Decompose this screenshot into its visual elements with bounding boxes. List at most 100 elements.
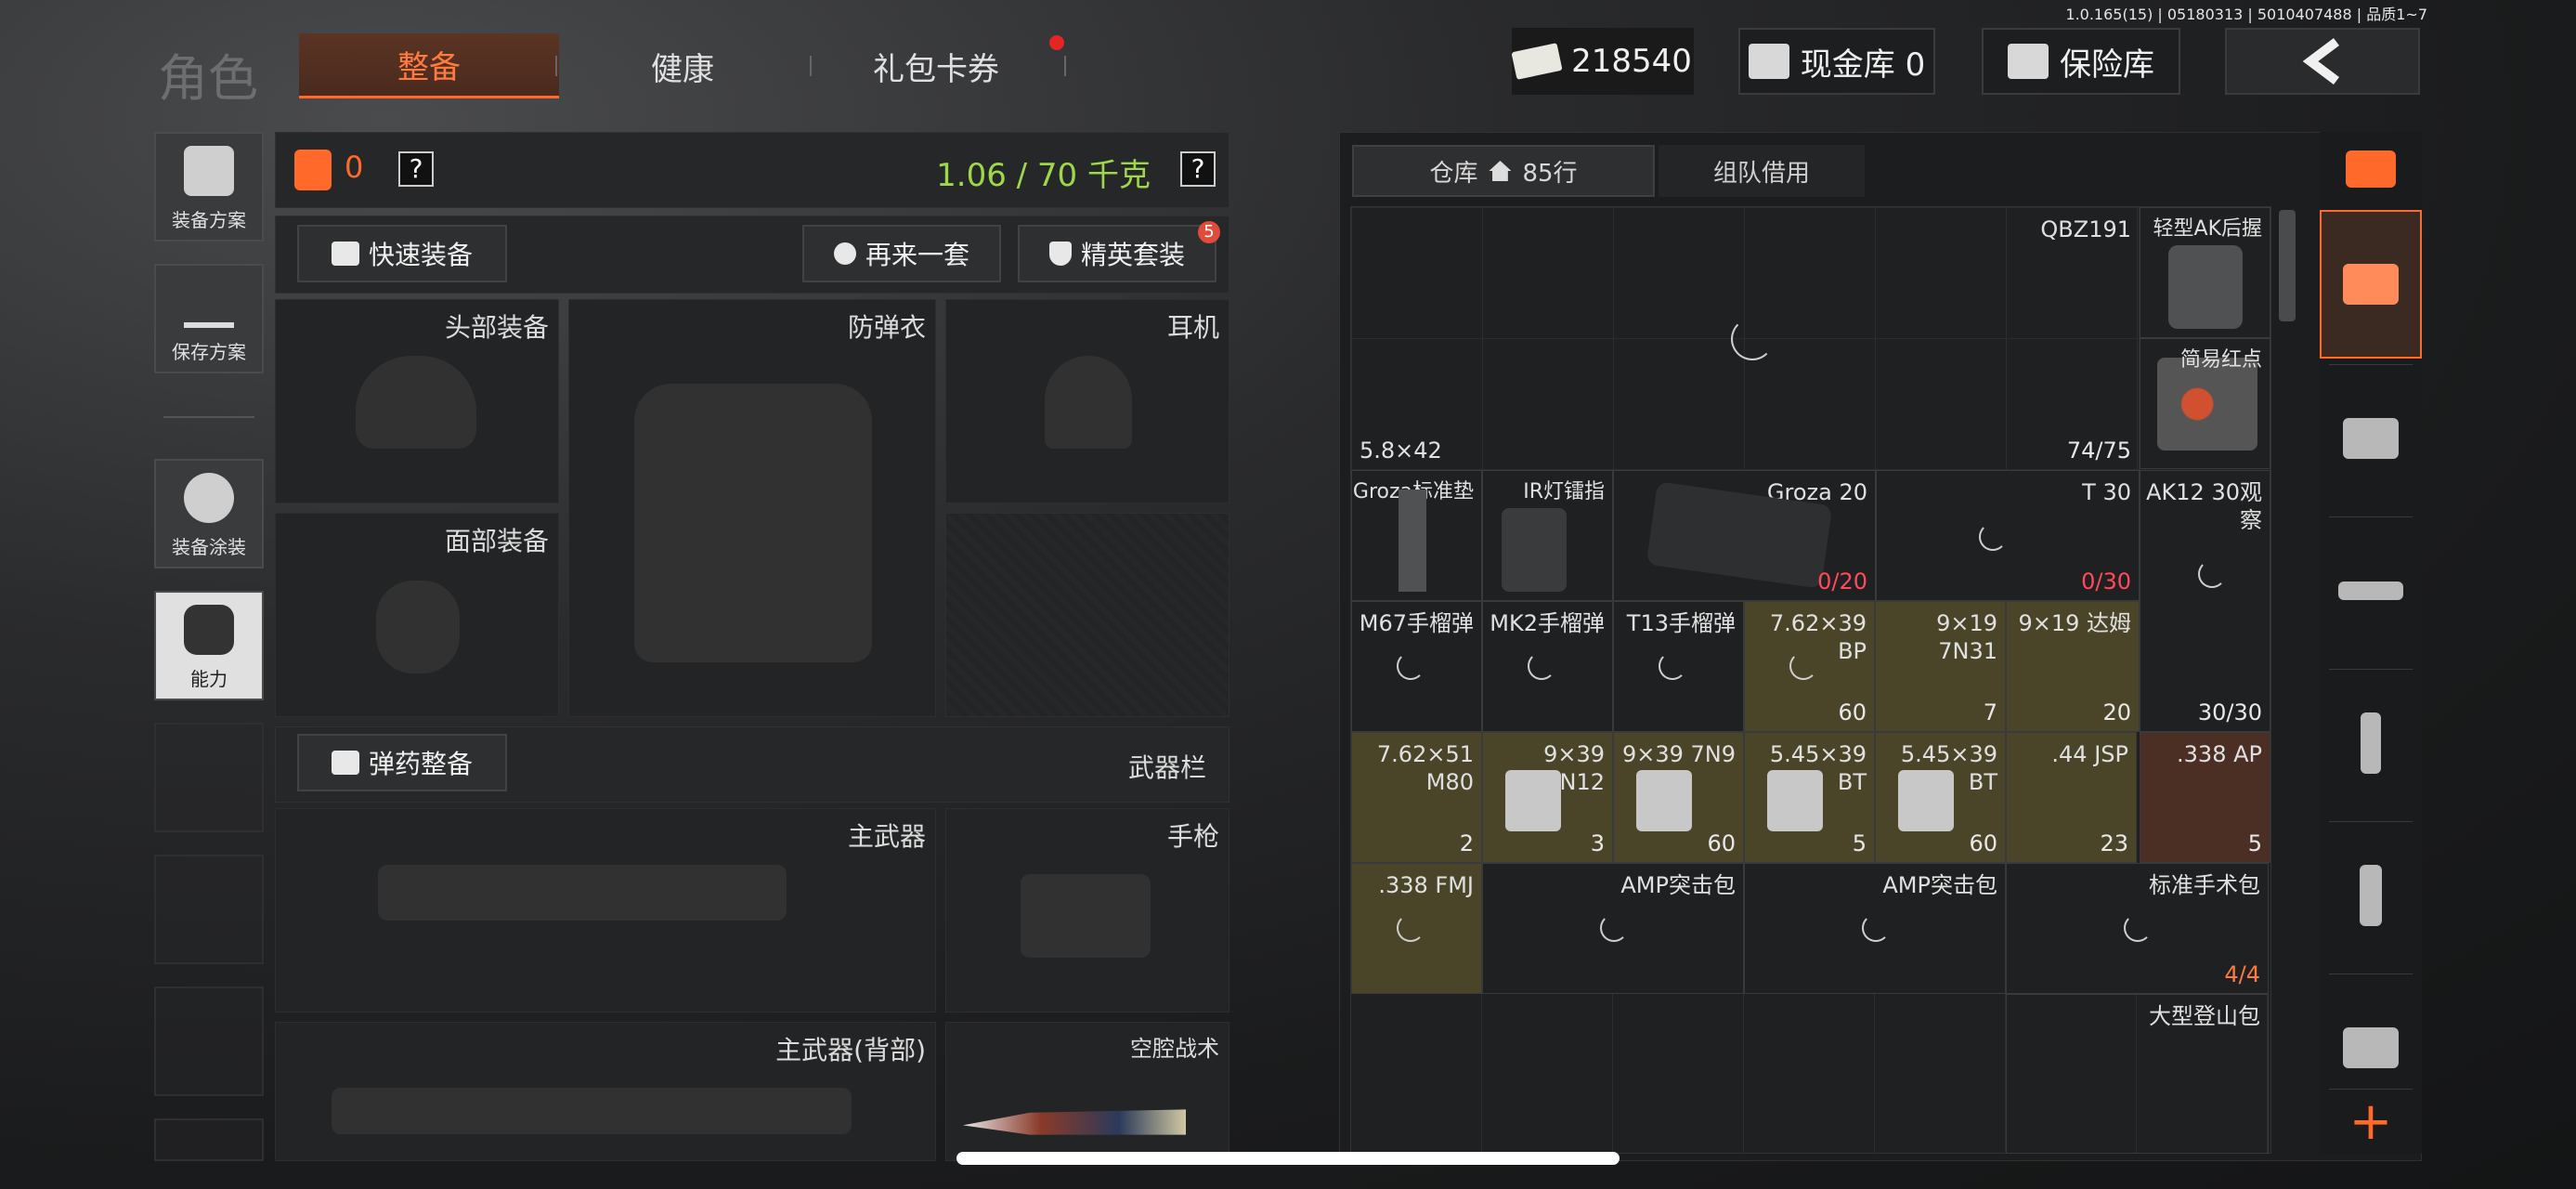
- magazine-icon: [2361, 712, 2381, 774]
- locked-slot: [945, 513, 1229, 717]
- tab-gift[interactable]: 礼包卡券: [806, 33, 1066, 98]
- melee-slot[interactable]: 空腔战术: [945, 1022, 1229, 1161]
- tab-health[interactable]: 健康: [553, 33, 813, 98]
- storage-item[interactable]: AMP突击包: [1744, 863, 2006, 994]
- headset-slot[interactable]: 耳机: [945, 299, 1229, 503]
- storage-item[interactable]: 大型登山包: [2006, 994, 2269, 1154]
- tab-team-borrow[interactable]: 组队借用: [1659, 145, 1865, 197]
- storage-tab-label: 仓库: [1429, 159, 1478, 188]
- primary-weapon-slot[interactable]: 主武器: [275, 808, 936, 1013]
- empty-slot: [154, 986, 264, 1096]
- cash-vault-button[interactable]: 现金库 0: [1738, 28, 1935, 95]
- again-button[interactable]: 再来一套: [802, 225, 1001, 282]
- storage-item[interactable]: T 30 0/30: [1876, 470, 2140, 601]
- pistol-slot[interactable]: 手枪: [945, 808, 1229, 1013]
- category-gear[interactable]: [2320, 364, 2422, 513]
- storage-item[interactable]: 标准手术包 4/4: [2006, 863, 2269, 994]
- storage-item[interactable]: 7.62×51 M80 2: [1351, 732, 1482, 863]
- back-button[interactable]: [2225, 28, 2420, 95]
- storage-item[interactable]: AMP突击包: [1482, 863, 1744, 994]
- category-all[interactable]: [2320, 210, 2422, 359]
- face-slot[interactable]: 面部装备: [275, 513, 559, 717]
- equip-header-bar: 0 ? 1.06 / 70 千克 ?: [275, 132, 1229, 208]
- storage-item[interactable]: 7.62×39 BP 60: [1744, 601, 1875, 732]
- skin-button[interactable]: 装备涂装: [154, 459, 264, 568]
- headset-silhouette: [1045, 356, 1132, 449]
- storage-item-qbz191[interactable]: QBZ191 5.8×42 74/75: [1351, 207, 2140, 470]
- safe-button[interactable]: 保险库: [1982, 28, 2180, 95]
- tab-storage[interactable]: 仓库 85行: [1352, 145, 1655, 197]
- help-icon[interactable]: ?: [398, 151, 434, 187]
- save-plan-button[interactable]: 保存方案: [154, 264, 264, 373]
- storage-item[interactable]: Groza标准垫: [1351, 470, 1482, 601]
- elite-set-button[interactable]: 精英套装: [1018, 225, 1216, 282]
- storage-item[interactable]: 轻型AK后握: [2140, 207, 2270, 338]
- item-name: 大型登山包: [2149, 1003, 2260, 1029]
- vest-slot[interactable]: 防弹衣: [568, 299, 936, 717]
- ability-label: 能力: [190, 668, 228, 690]
- headset-label: 耳机: [1166, 312, 1219, 343]
- loading-icon: [1979, 523, 2007, 551]
- grid-scrollbar[interactable]: [2279, 210, 2296, 321]
- storage-item[interactable]: 简易红点: [2140, 338, 2270, 469]
- storage-item[interactable]: Groza 20 0/20: [1613, 470, 1876, 601]
- empty-slot: [154, 855, 264, 964]
- storage-item[interactable]: 9×19 达姆 20: [2006, 601, 2140, 732]
- ammo-list-icon: [331, 751, 359, 775]
- storage-item[interactable]: 5.45×39 BT 5: [1744, 732, 1875, 863]
- item-name: T 30: [2082, 479, 2131, 505]
- head-slot[interactable]: 头部装备: [275, 299, 559, 503]
- storage-item[interactable]: 5.45×39 BT 60: [1875, 732, 2006, 863]
- laser-image: [1502, 508, 1567, 592]
- sort-button[interactable]: [2320, 132, 2422, 206]
- bullet-icon: [2360, 865, 2382, 926]
- item-count: 74/75: [2066, 438, 2131, 464]
- storage-item[interactable]: M67手榴弹: [1351, 601, 1482, 732]
- item-name: T13手榴弹: [1626, 610, 1736, 636]
- item-name: AMP突击包: [1882, 872, 1997, 898]
- ability-button[interactable]: 能力: [154, 591, 264, 700]
- loadout-plan-button[interactable]: 装备方案: [154, 132, 264, 242]
- loading-icon: [2198, 560, 2226, 588]
- cash-icon: [1511, 43, 1563, 80]
- storage-item[interactable]: AK12 30观察 30/30: [2140, 470, 2270, 732]
- item-count: 0/20: [1817, 568, 1867, 594]
- tab-equip[interactable]: 整备: [299, 33, 559, 98]
- storage-item[interactable]: .44 JSP 23: [2006, 732, 2137, 863]
- stock-image: [1399, 490, 1426, 592]
- storage-item[interactable]: 9×19 7N31 7: [1875, 601, 2006, 732]
- currency-value: 218540: [1571, 43, 1692, 80]
- refresh-icon: [833, 242, 856, 265]
- add-button[interactable]: +: [2320, 1089, 2422, 1154]
- vest-silhouette: [634, 384, 872, 662]
- item-name: M67手榴弹: [1359, 610, 1474, 636]
- armor-icon: [294, 150, 332, 190]
- storage-item[interactable]: 9×39 7N9 60: [1613, 732, 1744, 863]
- storage-item[interactable]: 9×39 7N12 3: [1482, 732, 1613, 863]
- primary-back-slot[interactable]: 主武器(背部): [275, 1022, 936, 1161]
- storage-item[interactable]: .338 AP 5: [2140, 732, 2270, 863]
- item-name: 9×19 7N31: [1936, 610, 1997, 664]
- storage-item[interactable]: .338 FMJ: [1351, 863, 1482, 994]
- storage-item[interactable]: MK2手榴弹: [1482, 601, 1613, 732]
- rifle-icon: [2338, 581, 2403, 600]
- ammo-box-image: [1636, 770, 1692, 831]
- ammo-box-image: [1767, 770, 1823, 831]
- weight-help-icon[interactable]: ?: [1180, 151, 1216, 187]
- armor-count: 0: [345, 150, 364, 185]
- category-magazines[interactable]: [2320, 669, 2422, 817]
- storage-grid: QBZ191 5.8×42 74/75 轻型AK后握 简易红点 Groza标准垫…: [1350, 206, 2271, 1154]
- rifle-silhouette: [378, 865, 787, 921]
- ammo-equip-button[interactable]: 弹药整备: [297, 734, 507, 791]
- quick-equip-label: 快速装备: [368, 240, 473, 270]
- category-weapons[interactable]: [2320, 516, 2422, 665]
- storage-item[interactable]: T13手榴弹: [1613, 601, 1744, 732]
- quick-equip-button[interactable]: 快速装备: [297, 225, 507, 282]
- lightning-hex-icon: [184, 605, 234, 655]
- category-ammo[interactable]: [2320, 821, 2422, 970]
- item-count: 5: [2247, 830, 2262, 856]
- storage-item[interactable]: IR灯镭指: [1482, 470, 1613, 601]
- item-count: 60: [1838, 699, 1867, 725]
- plus-icon: +: [2348, 1091, 2393, 1152]
- melee-label: 空腔战术: [1130, 1036, 1219, 1062]
